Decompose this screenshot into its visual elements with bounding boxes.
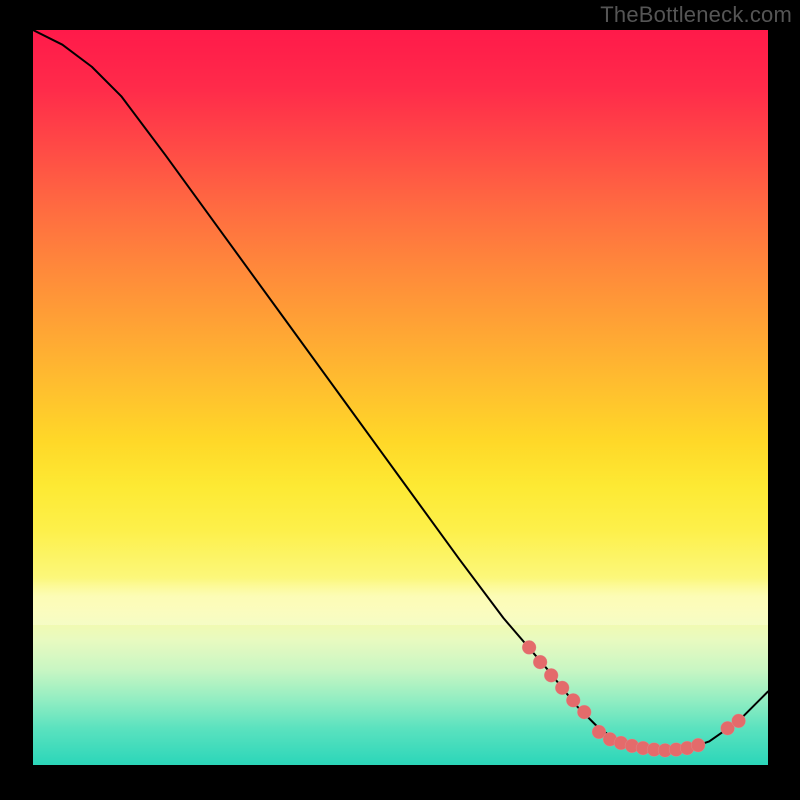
watermark-text: TheBottleneck.com	[600, 2, 792, 28]
chart-frame: TheBottleneck.com	[0, 0, 800, 800]
plot-area	[33, 30, 768, 765]
gradient-background	[33, 30, 768, 765]
